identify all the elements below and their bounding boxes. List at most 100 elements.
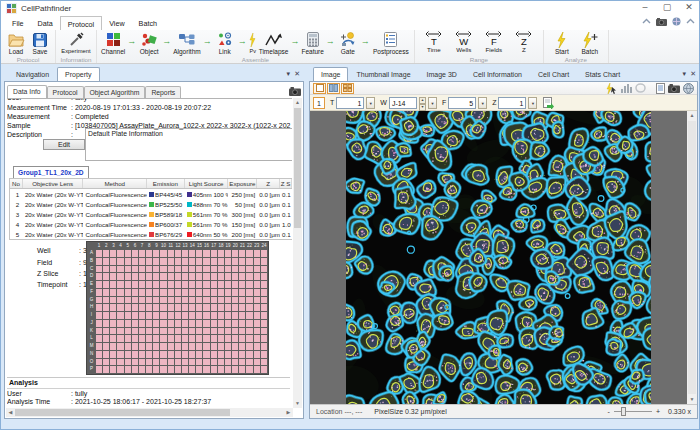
plate-well[interactable]: [146, 351, 152, 358]
maximize-button[interactable]: ▢: [657, 1, 677, 15]
plate-well[interactable]: [153, 281, 159, 288]
well-updown-spinner[interactable]: ▲▼: [419, 97, 426, 109]
plate-well[interactable]: [261, 320, 267, 327]
load-button[interactable]: Load: [4, 31, 28, 55]
plate-well[interactable]: [246, 328, 252, 335]
zoom-in-button[interactable]: +: [656, 408, 660, 415]
plate-well[interactable]: [232, 359, 238, 366]
plate-well[interactable]: [117, 328, 123, 335]
channel-row[interactable]: 220x Water (20x W-YT)ConfocalFluorescenc…: [10, 199, 292, 209]
plate-well[interactable]: [160, 304, 166, 311]
plate-well[interactable]: [254, 304, 260, 311]
plate-well[interactable]: [211, 289, 217, 296]
plate-well[interactable]: [132, 312, 138, 319]
plate-well[interactable]: [132, 281, 138, 288]
plate-well[interactable]: [225, 281, 231, 288]
feature-button[interactable]: Feature: [300, 31, 324, 55]
plate-well[interactable]: [132, 366, 138, 373]
plate-well[interactable]: [211, 266, 217, 273]
plate-well[interactable]: [232, 297, 238, 304]
plate-well[interactable]: [211, 328, 217, 335]
plate-well[interactable]: [117, 289, 123, 296]
plate-well[interactable]: [96, 266, 102, 273]
plate-well[interactable]: [232, 266, 238, 273]
settings-icon-top[interactable]: [672, 17, 681, 26]
plate-well[interactable]: [254, 343, 260, 350]
plate-well[interactable]: [153, 289, 159, 296]
plate-well[interactable]: [175, 312, 181, 319]
scroll-down-arrow[interactable]: ▼: [293, 399, 302, 408]
field-spinner[interactable]: ▼: [478, 97, 487, 109]
plate-well[interactable]: [246, 335, 252, 342]
zoom-out-button[interactable]: -: [608, 408, 610, 415]
plate-well[interactable]: [246, 273, 252, 280]
plate-well[interactable]: [182, 289, 188, 296]
plate-well[interactable]: [203, 297, 209, 304]
plate-well[interactable]: [246, 359, 252, 366]
plate-well[interactable]: [254, 366, 260, 373]
plate-well[interactable]: [246, 343, 252, 350]
plate-well[interactable]: [182, 328, 188, 335]
plate-well[interactable]: [225, 343, 231, 350]
plate-well[interactable]: [96, 312, 102, 319]
plate-well[interactable]: [196, 281, 202, 288]
plate-well[interactable]: [125, 335, 131, 342]
collapse-icon-2[interactable]: [686, 18, 695, 25]
histogram-icon[interactable]: [620, 83, 632, 93]
panel-close-icon[interactable]: ✕: [690, 70, 696, 78]
plate-well[interactable]: [160, 335, 166, 342]
plate-well[interactable]: [96, 343, 102, 350]
tab-property[interactable]: Property: [57, 67, 99, 81]
range-fields-button[interactable]: F Fields: [483, 31, 505, 53]
plate-well[interactable]: [261, 289, 267, 296]
plate-well[interactable]: [239, 304, 245, 311]
export-image-icon[interactable]: [543, 97, 554, 109]
plate-well[interactable]: [196, 366, 202, 373]
plate-well[interactable]: [239, 281, 245, 288]
report-icon[interactable]: [656, 83, 665, 94]
column-header[interactable]: Z Range: [257, 179, 280, 188]
plate-well[interactable]: [139, 304, 145, 311]
tab-data-info[interactable]: Data Info: [7, 85, 47, 98]
plate-well[interactable]: [103, 273, 109, 280]
plate-well[interactable]: [175, 366, 181, 373]
tab-stats-chart[interactable]: Stats Chart: [577, 67, 628, 81]
plate-well[interactable]: [153, 328, 159, 335]
image-viewport[interactable]: ▲ ▼: [310, 111, 697, 404]
plate-well[interactable]: [146, 335, 152, 342]
plate-well[interactable]: [225, 304, 231, 311]
layout-single-button[interactable]: [313, 83, 326, 94]
range-z-button[interactable]: Z Z: [513, 31, 535, 53]
plate-well[interactable]: [175, 258, 181, 265]
plate-well[interactable]: [261, 273, 267, 280]
plate-well[interactable]: [254, 273, 260, 280]
plate-well[interactable]: [146, 266, 152, 273]
plate-well[interactable]: [232, 343, 238, 350]
plate-well[interactable]: [175, 289, 181, 296]
gate-button[interactable]: Gate: [336, 31, 360, 55]
plate-well[interactable]: [146, 328, 152, 335]
plate-well[interactable]: [189, 289, 195, 296]
plate-well[interactable]: [175, 351, 181, 358]
scrollbar-thumb[interactable]: [15, 409, 230, 416]
plate-well[interactable]: [203, 320, 209, 327]
microscopy-image[interactable]: [346, 111, 651, 404]
plate-well[interactable]: [168, 335, 174, 342]
plate-well[interactable]: [254, 266, 260, 273]
plate-well[interactable]: [160, 343, 166, 350]
plate-well[interactable]: [139, 335, 145, 342]
batch-button[interactable]: Batch: [578, 31, 602, 55]
scrollbar-thumb[interactable]: [294, 108, 301, 228]
tab-reports[interactable]: Reports: [145, 86, 181, 98]
plate-well[interactable]: [189, 297, 195, 304]
plate-well[interactable]: [189, 273, 195, 280]
plate-well[interactable]: [189, 250, 195, 257]
plate-well[interactable]: [132, 297, 138, 304]
plate-well[interactable]: [110, 250, 116, 257]
plate-well[interactable]: [254, 320, 260, 327]
plate-well[interactable]: [261, 281, 267, 288]
plate-well[interactable]: [175, 266, 181, 273]
column-header[interactable]: No: [10, 179, 23, 188]
plate-well[interactable]: [211, 297, 217, 304]
plate-well[interactable]: [175, 304, 181, 311]
